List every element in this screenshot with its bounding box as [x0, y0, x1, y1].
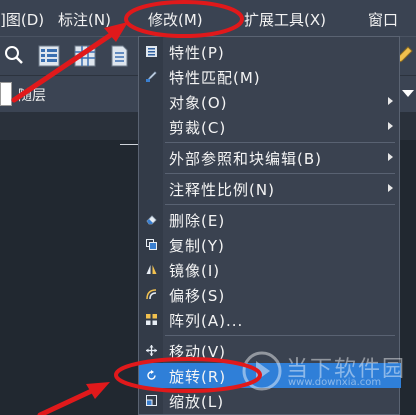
menu-item-match-properties[interactable]: 特性匹配(M)	[139, 64, 401, 89]
document-icon[interactable]	[106, 43, 132, 69]
menu-separator	[165, 335, 395, 336]
eraser-icon	[146, 215, 157, 225]
properties-icon	[146, 46, 157, 57]
layer-linetype-select[interactable]: 随层	[18, 85, 46, 105]
chevron-right-icon	[388, 184, 393, 192]
menu-bar: ]图(D) 标注(N) 修改(M) 扩展工具(X) 窗口	[0, 0, 416, 37]
menu-draw[interactable]: ]图(D)	[0, 9, 44, 30]
menu-separator	[165, 173, 395, 174]
menu-item-mirror[interactable]: 镜像(I)	[139, 257, 401, 282]
menu-dimension[interactable]: 标注(N)	[58, 9, 111, 30]
menu-item-offset[interactable]: 偏移(S)	[139, 282, 401, 307]
menu-item-object[interactable]: 对象(O)	[139, 89, 401, 114]
move-icon	[146, 345, 157, 356]
mirror-icon	[146, 265, 157, 274]
offset-icon	[146, 289, 157, 300]
properties-panel-icon[interactable]	[36, 43, 62, 69]
menu-item-annotative-scale[interactable]: 注释性比例(N)	[139, 176, 401, 201]
menu-item-clip[interactable]: 剪裁(C)	[139, 114, 401, 139]
chevron-right-icon	[388, 122, 393, 130]
zoom-icon[interactable]	[2, 43, 28, 69]
menu-item-properties[interactable]: 特性(P)	[139, 39, 401, 64]
array-icon	[146, 314, 157, 325]
crosshair-cursor	[120, 144, 138, 145]
menu-item-xref-block-edit[interactable]: 外部参照和块编辑(B)	[139, 145, 401, 170]
chevron-down-icon[interactable]	[402, 90, 414, 97]
watermark-logo-icon	[242, 351, 282, 391]
menu-extend-tools[interactable]: 扩展工具(X)	[244, 9, 326, 30]
layer-color-swatch[interactable]	[0, 82, 12, 106]
menu-modify[interactable]: 修改(M)	[148, 9, 203, 30]
menu-separator	[165, 204, 395, 205]
menu-item-array[interactable]: 阵列(A)...	[139, 307, 401, 332]
rotate-icon	[147, 370, 156, 380]
match-brush-icon	[146, 71, 157, 82]
menu-item-copy[interactable]: 复制(Y)	[139, 232, 401, 257]
menu-item-erase[interactable]: 删除(E)	[139, 207, 401, 232]
watermark: 当下软件园 www.downxia.com	[240, 347, 410, 399]
grid-table-icon[interactable]	[72, 43, 98, 69]
copy-icon	[146, 239, 157, 250]
chevron-right-icon	[388, 97, 393, 105]
menu-window[interactable]: 窗口	[368, 9, 398, 30]
watermark-url: www.downxia.com	[288, 377, 382, 388]
chevron-right-icon	[388, 153, 393, 161]
scale-icon	[146, 395, 157, 406]
menu-separator	[165, 142, 395, 143]
